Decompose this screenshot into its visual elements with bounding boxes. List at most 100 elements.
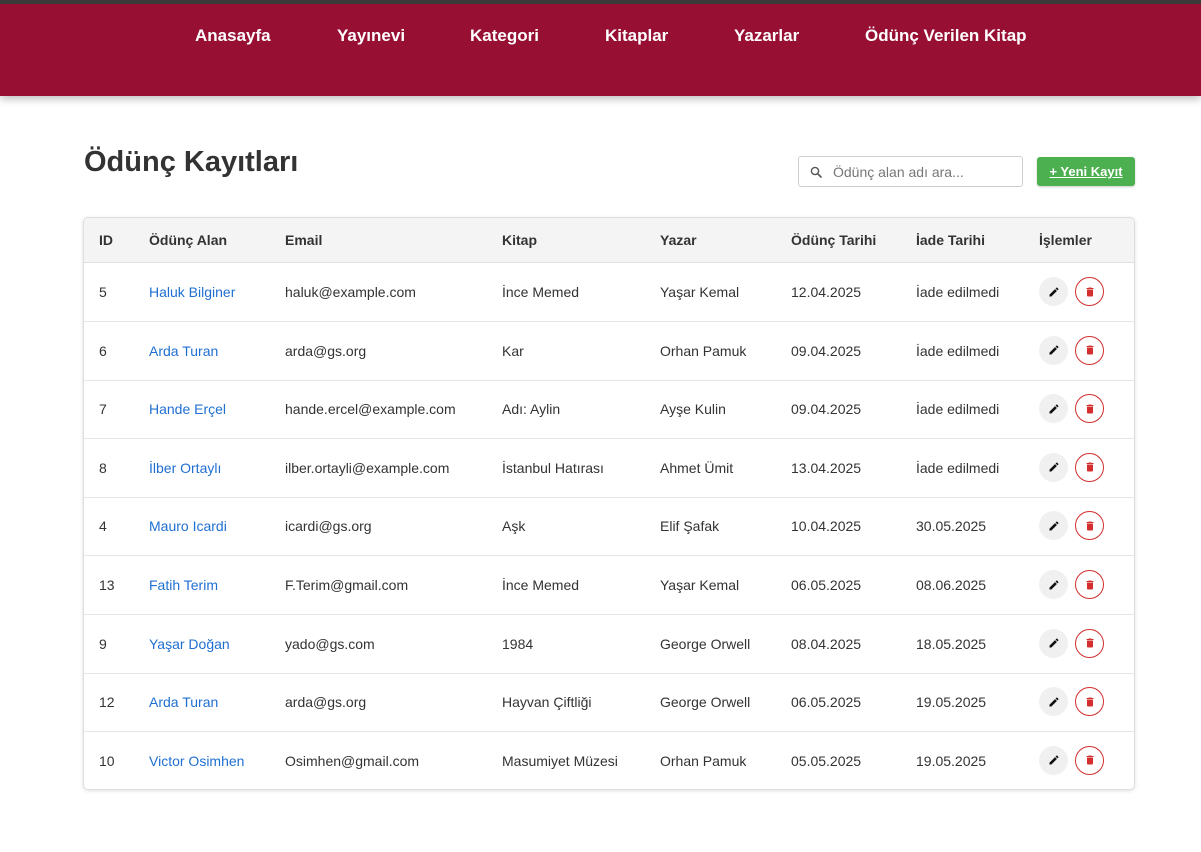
cell-return-date: İade edilmedi	[916, 342, 1000, 359]
cell-author: George Orwell	[660, 635, 751, 652]
cell-book: Adı: Aylin	[502, 401, 561, 418]
cell-email: yado@gs.com	[285, 635, 375, 652]
cell-borrower-link[interactable]: Hande Erçel	[149, 401, 226, 417]
cell-email: Osimhen@gmail.com	[285, 752, 420, 769]
cell-author: Ayşe Kulin	[660, 401, 726, 418]
cell-return-date: 08.06.2025	[916, 577, 987, 593]
edit-button[interactable]	[1039, 745, 1068, 775]
cell-borrow-date: 06.05.2025	[791, 694, 862, 711]
cell-borrow-date: 09.04.2025	[791, 401, 862, 418]
column-header-author: Yazar	[660, 232, 697, 248]
cell-borrower-link[interactable]: Haluk Bilginer	[149, 284, 235, 300]
cell-email: haluk@example.com	[285, 284, 416, 300]
nav-link-anasayfa[interactable]: Anasayfa	[195, 26, 271, 46]
trash-icon	[1086, 287, 1093, 296]
delete-button[interactable]	[1075, 511, 1104, 541]
trash-icon	[1086, 580, 1093, 589]
edit-button[interactable]	[1039, 277, 1068, 306]
column-header-borrower: Ödünç Alan	[149, 232, 228, 248]
cell-id: 10	[99, 752, 115, 769]
nav-link-yayinevi[interactable]: Yayınevi	[337, 26, 405, 46]
edit-button[interactable]	[1039, 394, 1068, 424]
pencil-icon	[1049, 638, 1059, 648]
cell-book: Aşk	[502, 518, 526, 535]
pencil-icon	[1049, 579, 1059, 589]
table-row: 7 Hande Erçel hande.ercel@example.com Adı: …	[84, 380, 1134, 440]
cell-return-date: 19.05.2025	[916, 694, 987, 711]
table-header: ID Ödünç Alan Email Kitap Yazar Ödünç Ta…	[84, 218, 1134, 263]
trash-icon	[1086, 638, 1093, 648]
cell-borrow-date: 10.04.2025	[791, 518, 862, 535]
nav-link-yazarlar[interactable]: Yazarlar	[734, 26, 799, 46]
cell-return-date: İade edilmedi	[916, 401, 1000, 418]
delete-button[interactable]	[1075, 335, 1104, 365]
cell-id: 9	[99, 635, 107, 652]
pencil-icon	[1049, 345, 1059, 355]
edit-button[interactable]	[1039, 687, 1068, 717]
nav-link-odunc-verilen-kitap[interactable]: Ödünç Verilen Kitap	[865, 26, 1027, 46]
delete-button[interactable]	[1075, 452, 1104, 482]
edit-button[interactable]	[1039, 570, 1068, 599]
table-row: 9 Yaşar Doğan yado@gs.com 1984 George Orwell…	[84, 615, 1134, 674]
cell-borrower-link[interactable]: Arda Turan	[149, 343, 218, 359]
cell-borrower-link[interactable]: İlber Ortaylı	[149, 460, 221, 476]
column-header-borrow-date: Ödünç Tarihi	[791, 232, 877, 248]
delete-button[interactable]	[1075, 745, 1104, 775]
edit-button[interactable]	[1039, 335, 1068, 365]
cell-book: 1984	[502, 635, 534, 652]
cell-book: Kar	[502, 342, 524, 359]
cell-return-date: 18.05.2025	[916, 635, 987, 652]
cell-borrower-link[interactable]: Mauro Icardi	[149, 518, 227, 534]
column-header-actions: İşlemler	[1039, 232, 1092, 248]
cell-return-date: 19.05.2025	[916, 752, 987, 769]
trash-icon	[1086, 345, 1093, 355]
cell-author: Orhan Pamuk	[660, 342, 747, 359]
cell-borrower-link[interactable]: Fatih Terim	[149, 577, 218, 593]
table-row: 13 Fatih Terim F.Terim@gmail.com İnce Memed…	[84, 556, 1134, 615]
edit-button[interactable]	[1039, 452, 1068, 482]
delete-button[interactable]	[1075, 277, 1104, 306]
top-navbar: Anasayfa Yayınevi Kategori Kitaplar Yaza…	[0, 0, 1201, 96]
cell-id: 4	[99, 518, 107, 535]
cell-book: İstanbul Hatırası	[502, 459, 604, 476]
table-row: 12 Arda Turan arda@gs.org Hayvan Çiftliği Ge…	[84, 673, 1134, 733]
cell-author: George Orwell	[660, 694, 751, 711]
edit-button[interactable]	[1039, 628, 1068, 658]
nav-link-kitaplar[interactable]: Kitaplar	[605, 26, 668, 46]
cell-id: 7	[99, 401, 107, 418]
pencil-icon	[1049, 462, 1059, 472]
cell-email: F.Terim@gmail.com	[285, 577, 409, 593]
trash-icon	[1086, 697, 1093, 707]
new-record-button[interactable]: + Yeni Kayıt	[1037, 157, 1135, 186]
delete-button[interactable]	[1075, 687, 1104, 717]
column-header-book: Kitap	[502, 232, 537, 248]
cell-borrower-link[interactable]: Arda Turan	[149, 694, 218, 710]
edit-button[interactable]	[1039, 511, 1068, 541]
column-header-return-date: İade Tarihi	[916, 232, 985, 248]
cell-id: 12	[99, 694, 115, 711]
delete-button[interactable]	[1075, 628, 1104, 658]
cell-email: arda@gs.org	[285, 694, 367, 711]
cell-borrow-date: 13.04.2025	[791, 459, 862, 476]
cell-return-date: İade edilmedi	[916, 459, 1000, 476]
delete-button[interactable]	[1075, 394, 1104, 424]
cell-author: Yaşar Kemal	[660, 284, 740, 300]
cell-book: İnce Memed	[502, 577, 580, 593]
nav-link-kategori[interactable]: Kategori	[470, 26, 539, 46]
cell-id: 8	[99, 459, 107, 476]
search-box	[798, 156, 1023, 187]
table-row: 4 Mauro Icardi icardi@gs.org Aşk Elif Şafak 1…	[84, 497, 1134, 557]
search-icon	[810, 166, 822, 178]
table-row: 8 İlber Ortaylı ilber.ortayli@example.com İ…	[84, 439, 1134, 498]
cell-borrower-link[interactable]: Yaşar Doğan	[149, 636, 230, 652]
search-input[interactable]	[833, 162, 1018, 182]
trash-icon	[1086, 404, 1093, 414]
trash-icon	[1086, 755, 1093, 765]
pencil-icon	[1049, 521, 1059, 531]
delete-button[interactable]	[1075, 570, 1104, 599]
cell-return-date: İade edilmedi	[916, 284, 1000, 300]
cell-id: 5	[99, 284, 107, 300]
cell-email: icardi@gs.org	[285, 518, 372, 535]
cell-book: İnce Memed	[502, 284, 580, 300]
cell-borrower-link[interactable]: Victor Osimhen	[149, 753, 244, 769]
